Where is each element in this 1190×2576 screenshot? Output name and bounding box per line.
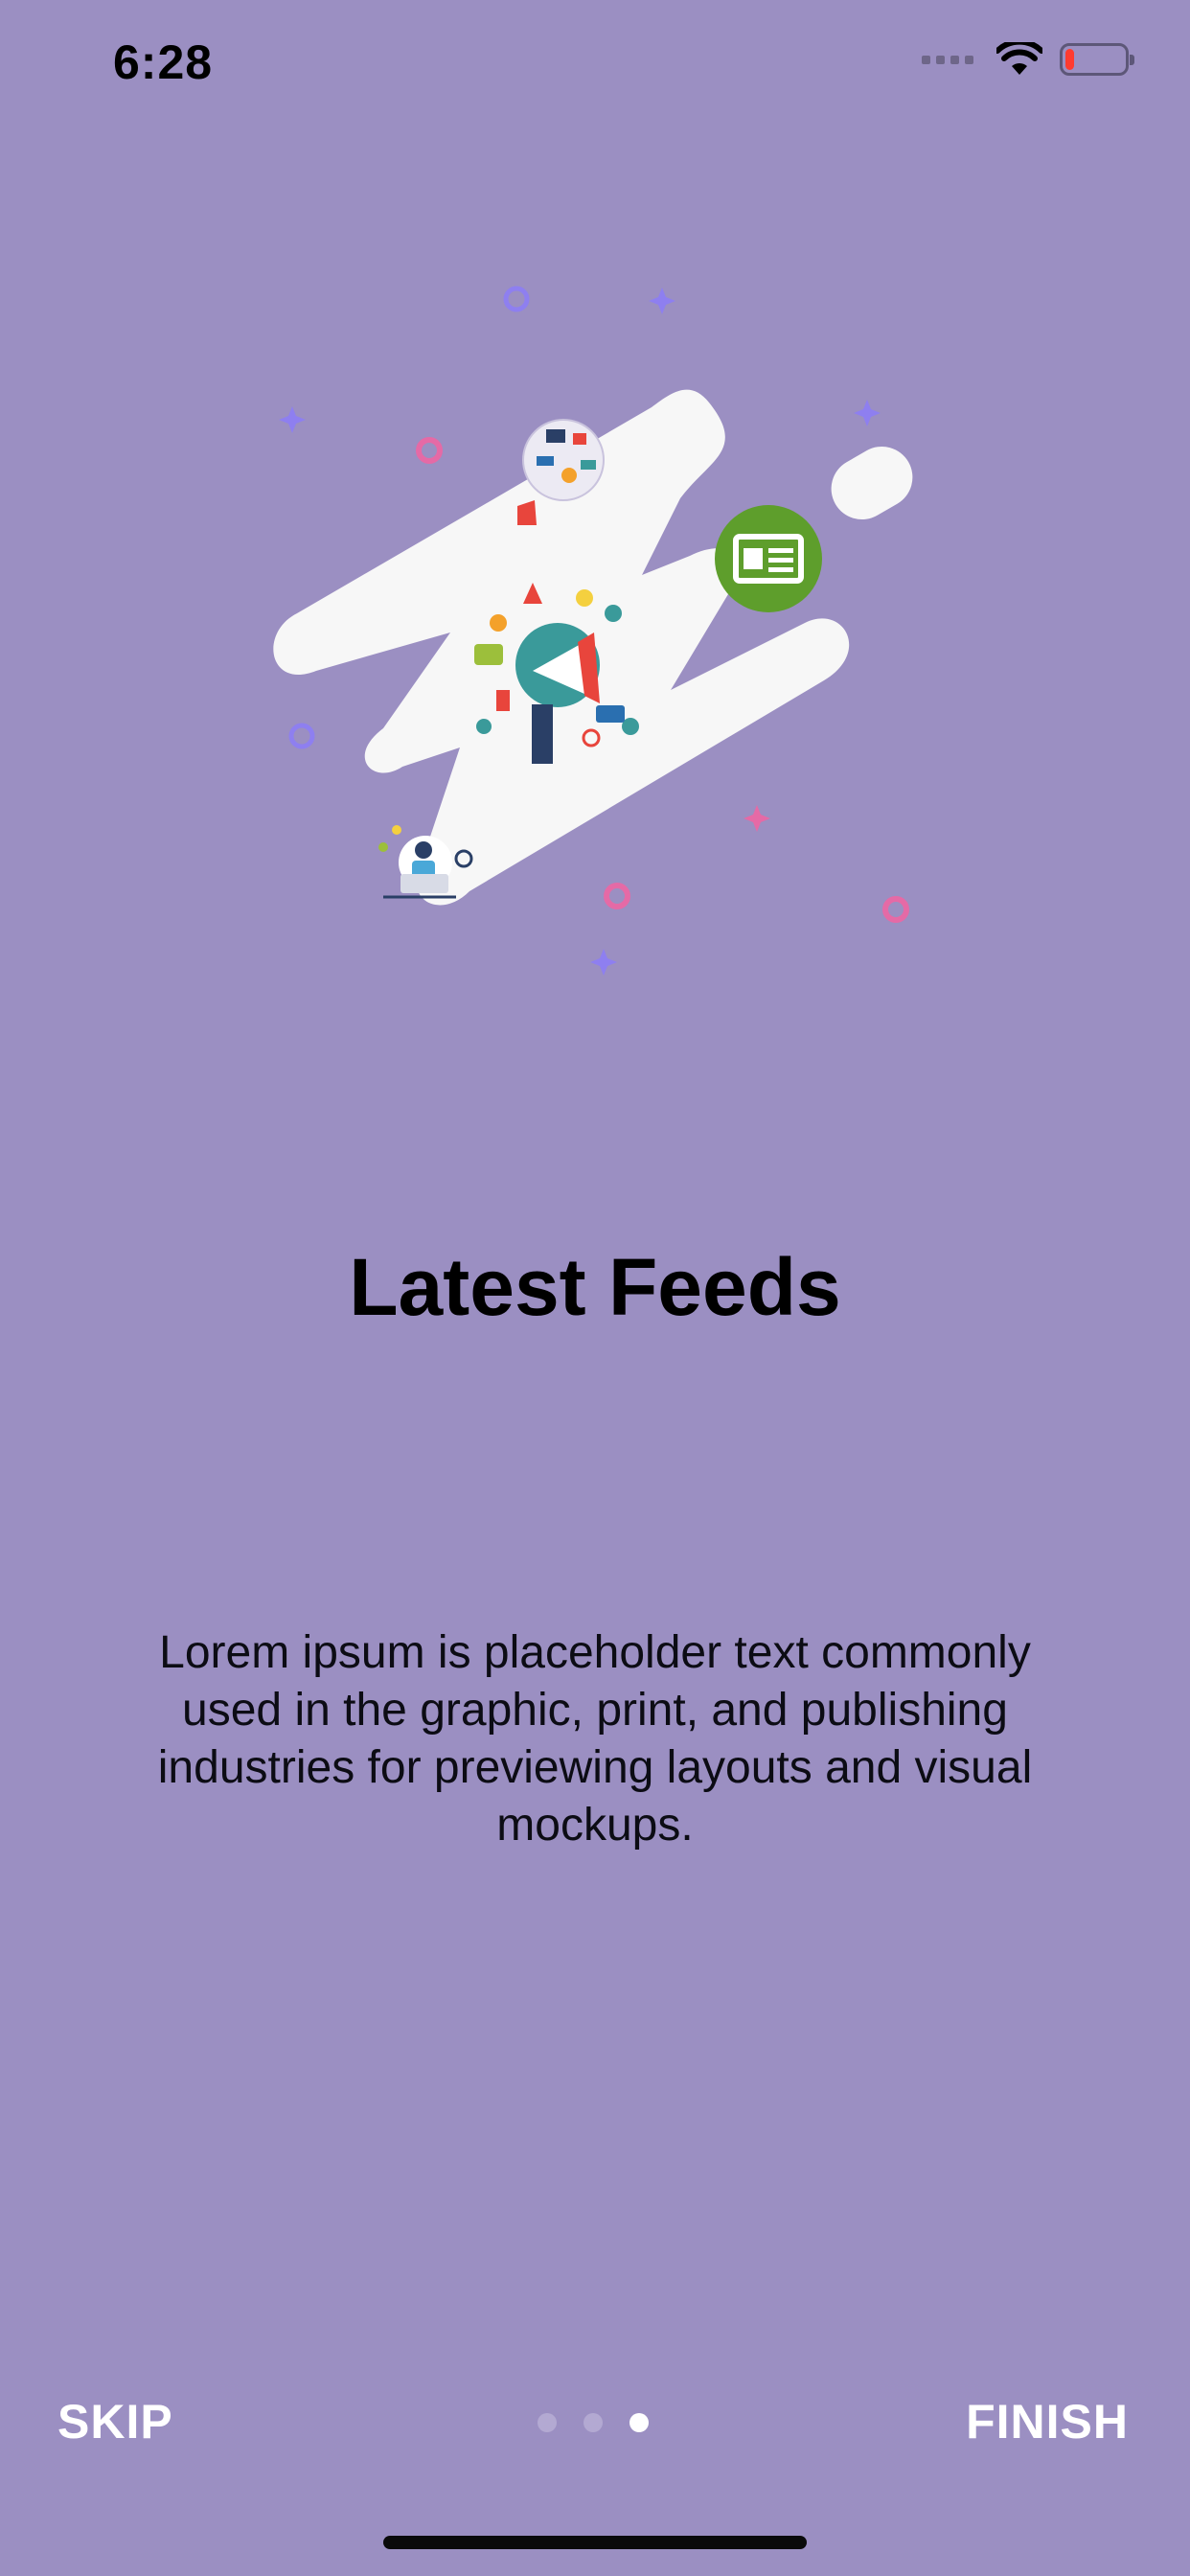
- finish-button[interactable]: FINISH: [966, 2394, 1129, 2450]
- page-dot-3[interactable]: [629, 2413, 649, 2432]
- wifi-icon: [996, 42, 1042, 75]
- home-indicator[interactable]: [383, 2536, 807, 2549]
- page-indicator[interactable]: [538, 2413, 649, 2432]
- signal-dots-icon: [922, 55, 973, 64]
- skip-button[interactable]: SKIP: [57, 2394, 173, 2450]
- page-dot-1[interactable]: [538, 2413, 557, 2432]
- status-time: 6:28: [113, 35, 214, 89]
- battery-level: [1065, 49, 1074, 70]
- onboarding-illustration: [273, 286, 913, 976]
- battery-low-icon: [1060, 43, 1134, 76]
- status-bar: 6:28: [0, 0, 1190, 126]
- page-description: Lorem ipsum is placeholder text commonly…: [157, 1627, 1033, 1851]
- page-title: Latest Feeds: [349, 1242, 841, 1332]
- news-feed-icon: [715, 505, 822, 612]
- status-icons: [922, 42, 1134, 77]
- page-dot-2[interactable]: [584, 2413, 603, 2432]
